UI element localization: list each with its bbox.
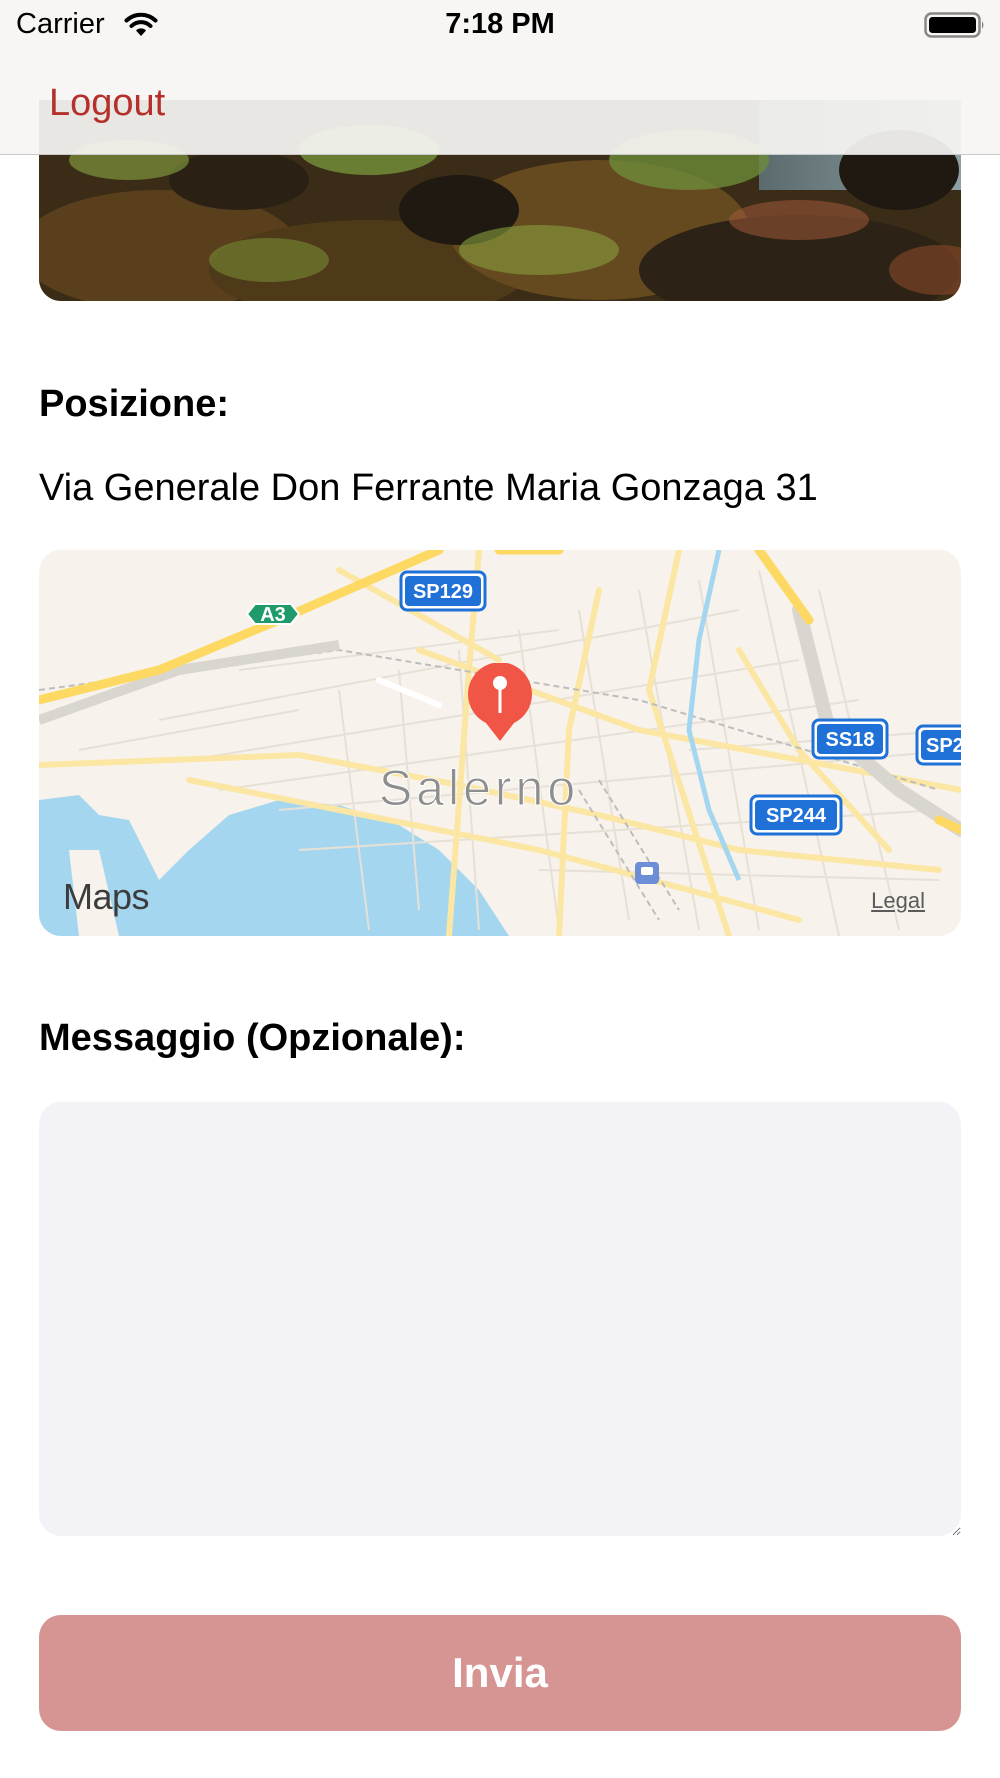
position-label: Posizione: [39,383,230,425]
message-text-area[interactable] [39,1102,961,1536]
apple-maps-logo: Maps [61,876,150,918]
screen: Carrier 7:18 PM Logout Posizione: Via Ge… [0,0,1000,1778]
logout-button[interactable]: Logout [49,82,165,125]
message-label: Messaggio (Opzionale): [39,1017,466,1059]
svg-text:A3: A3 [260,604,286,626]
svg-text:SP129: SP129 [413,581,473,603]
send-button[interactable]: Invia [39,1615,961,1731]
map-pin-icon[interactable] [466,663,534,743]
maps-label: Maps [63,876,150,917]
svg-text:Salerno: Salerno [379,760,579,816]
status-bar: Carrier 7:18 PM [0,0,1000,50]
svg-text:SP2: SP2 [926,735,961,757]
address-text: Via Generale Don Ferrante Maria Gonzaga … [39,467,818,509]
battery-icon [924,12,986,43]
location-map[interactable]: Salerno SP129 A3 SS18 SP2 SP244 Maps Leg… [39,550,961,936]
navigation-bar: Logout [0,50,1000,155]
clock: 7:18 PM [445,8,555,40]
svg-text:SP244: SP244 [766,805,827,827]
legal-link[interactable]: Legal [871,888,925,914]
svg-text:SS18: SS18 [826,729,875,751]
